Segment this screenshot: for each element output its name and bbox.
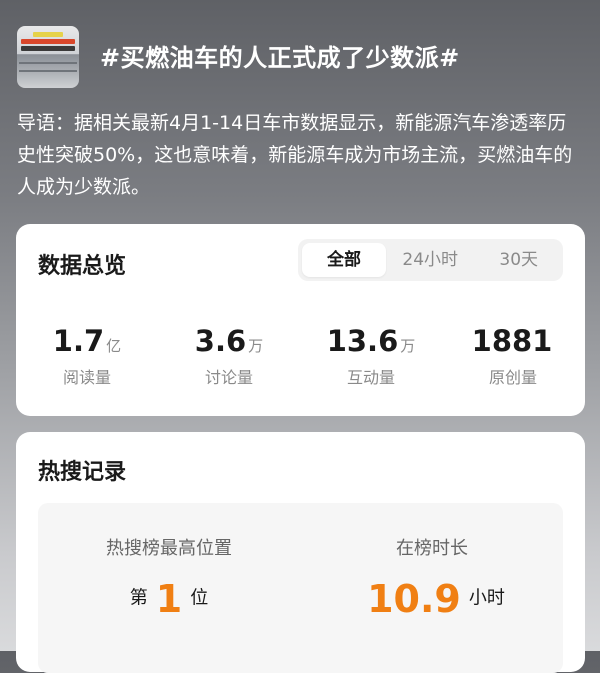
stats-row: 1.7 亿 阅读量 3.6 万 讨论量 13.6 万 互动量 1881 原创量 bbox=[16, 324, 585, 388]
stat-unit: 万 bbox=[248, 337, 264, 355]
thumbnail-strip bbox=[21, 46, 75, 51]
topic-lead: 导语：据相关最新4月1-14日车市数据显示，新能源汽车渗透率历史性突破50%，这… bbox=[17, 112, 573, 198]
data-overview-card: 数据总览 全部 24小时 30天 1.7 亿 阅读量 3.6 万 讨论量 13.6 万… bbox=[16, 224, 585, 416]
stat-originals: 1881 原创量 bbox=[442, 324, 584, 388]
data-overview-title: 数据总览 bbox=[38, 254, 127, 279]
stat-discussions: 3.6 万 讨论量 bbox=[158, 324, 300, 388]
topic-thumbnail[interactable] bbox=[17, 26, 79, 88]
hot-duration-label: 在榜时长 bbox=[396, 538, 468, 559]
hot-rank: 热搜榜最高位置 第1位 bbox=[38, 503, 300, 621]
hot-rank-prefix: 第 bbox=[129, 587, 148, 609]
tab-all[interactable]: 全部 bbox=[302, 243, 386, 277]
stat-reads: 1.7 亿 阅读量 bbox=[16, 324, 158, 388]
thumbnail-strip bbox=[21, 39, 75, 44]
time-range-tabs: 全部 24小时 30天 bbox=[298, 239, 563, 281]
hot-duration-value-line: 10.9 小时 bbox=[301, 576, 563, 621]
stat-label: 互动量 bbox=[346, 368, 395, 387]
stat-unit: 万 bbox=[400, 337, 416, 355]
stat-label: 原创量 bbox=[488, 368, 537, 387]
topic-title: #买燃油车的人正式成了少数派# bbox=[100, 44, 460, 72]
stat-label: 讨论量 bbox=[204, 368, 253, 387]
stat-value: 3.6 bbox=[194, 324, 247, 358]
hot-search-box: 热搜榜最高位置 第1位 在榜时长 10.9 小时 bbox=[38, 503, 563, 673]
hot-rank-label: 热搜榜最高位置 bbox=[106, 538, 232, 559]
thumbnail-strip bbox=[33, 32, 63, 37]
hot-duration-suffix: 小时 bbox=[468, 587, 505, 609]
stat-value: 1.7 bbox=[52, 324, 105, 358]
tab-24h[interactable]: 24小时 bbox=[386, 243, 475, 277]
hot-search-card: 热搜记录 热搜榜最高位置 第1位 在榜时长 10.9 小时 bbox=[16, 432, 585, 673]
topic-header: #买燃油车的人正式成了少数派# 导语：据相关最新4月1-14日车市数据显示，新能… bbox=[0, 0, 600, 225]
hot-duration-value: 10.9 bbox=[367, 576, 461, 621]
hot-rank-suffix: 位 bbox=[190, 587, 209, 609]
hot-search-title: 热搜记录 bbox=[38, 460, 127, 485]
thumbnail-row bbox=[19, 62, 77, 64]
thumbnail-row bbox=[19, 70, 77, 72]
tab-30d[interactable]: 30天 bbox=[475, 243, 564, 277]
stat-interactions: 13.6 万 互动量 bbox=[300, 324, 442, 388]
hot-duration: 在榜时长 10.9 小时 bbox=[301, 503, 563, 621]
stat-unit: 亿 bbox=[106, 337, 122, 355]
stat-label: 阅读量 bbox=[62, 368, 111, 387]
hot-rank-value-line: 第1位 bbox=[38, 576, 300, 621]
hot-rank-value: 1 bbox=[155, 576, 183, 621]
stat-value: 13.6 bbox=[326, 324, 399, 358]
stat-value: 1881 bbox=[471, 324, 553, 358]
